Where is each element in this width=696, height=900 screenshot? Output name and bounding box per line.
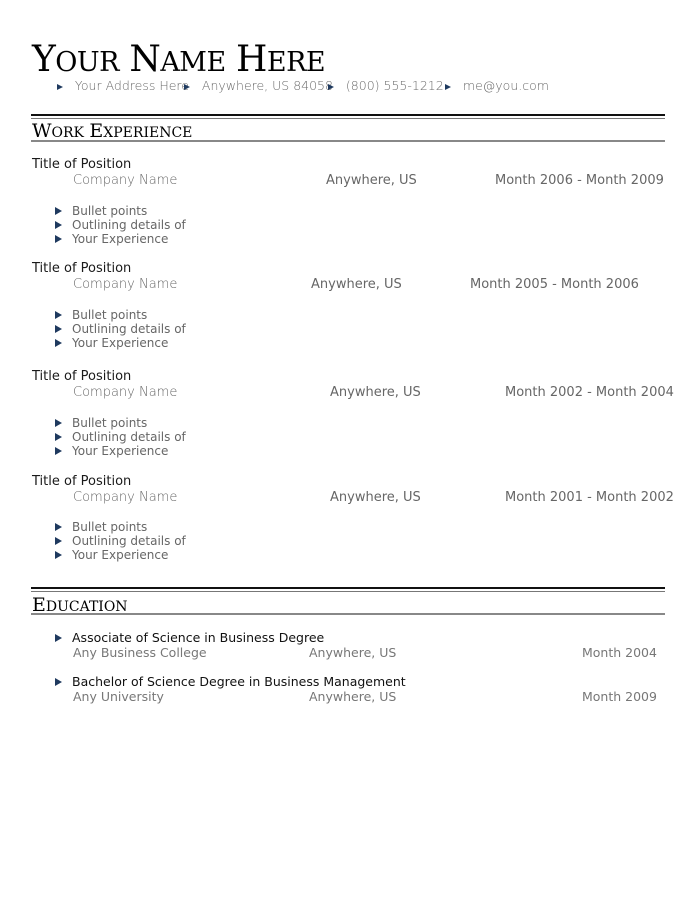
name-word-2: NAME	[129, 39, 226, 80]
bullet-arrow-icon	[445, 84, 451, 90]
contact-city: Anywhere, US 84058	[184, 78, 333, 93]
contact-email: me@you.com	[445, 78, 549, 93]
job-company: Company Name	[73, 173, 178, 188]
section-divider-thick	[31, 587, 665, 589]
job-bullet: Outlining details of	[55, 322, 186, 336]
education-degree: Bachelor of Science Degree in Business M…	[55, 674, 406, 689]
job-dates: Month 2002 - Month 2004	[505, 385, 674, 400]
job-location: Anywhere, US	[330, 385, 421, 400]
job-title: Title of Position	[32, 157, 132, 172]
bullet-arrow-icon	[55, 433, 62, 441]
bullet-arrow-icon	[57, 84, 63, 90]
bullet-arrow-icon	[55, 325, 62, 333]
bullet-arrow-icon	[55, 207, 62, 215]
bullet-arrow-icon	[55, 447, 62, 455]
job-bullet: Outlining details of	[55, 534, 186, 548]
job-company: Company Name	[73, 385, 178, 400]
job-title: Title of Position	[32, 261, 132, 276]
job-bullet: Outlining details of	[55, 430, 186, 444]
job-bullet: Bullet points	[55, 204, 147, 218]
section-divider-thin	[31, 591, 665, 592]
job-bullet: Bullet points	[55, 520, 147, 534]
education-date: Month 2009	[582, 689, 657, 704]
bullet-arrow-icon	[55, 523, 62, 531]
bullet-arrow-icon	[55, 678, 62, 686]
job-bullet: Your Experience	[55, 444, 168, 458]
bullet-arrow-icon	[184, 84, 190, 90]
job-bullet: Bullet points	[55, 416, 147, 430]
education-location: Anywhere, US	[309, 645, 397, 660]
name-word-3: HERE	[235, 39, 326, 80]
job-title: Title of Position	[32, 474, 132, 489]
job-dates: Month 2001 - Month 2002	[505, 490, 674, 505]
job-bullet: Your Experience	[55, 232, 168, 246]
job-dates: Month 2006 - Month 2009	[495, 173, 664, 188]
job-bullet: Your Experience	[55, 336, 168, 350]
bullet-arrow-icon	[55, 537, 62, 545]
bullet-arrow-icon	[55, 339, 62, 347]
education-date: Month 2004	[582, 645, 657, 660]
resume-name: YOUR NAME HERE	[32, 39, 326, 83]
contact-address: Your Address Here	[57, 78, 189, 93]
job-bullet: Bullet points	[55, 308, 147, 322]
education-degree: Associate of Science in Business Degree	[55, 630, 324, 645]
job-company: Company Name	[73, 490, 178, 505]
bullet-arrow-icon	[55, 311, 62, 319]
contact-phone: (800) 555-1212	[328, 78, 444, 93]
job-location: Anywhere, US	[311, 277, 402, 292]
job-title: Title of Position	[32, 369, 132, 384]
job-bullet: Outlining details of	[55, 218, 186, 232]
education-school: Any Business College	[73, 645, 207, 660]
bullet-arrow-icon	[55, 634, 62, 642]
job-location: Anywhere, US	[326, 173, 417, 188]
bullet-arrow-icon	[55, 419, 62, 427]
job-company: Company Name	[73, 277, 178, 292]
job-dates: Month 2005 - Month 2006	[470, 277, 639, 292]
section-divider-thick	[31, 114, 665, 116]
bullet-arrow-icon	[328, 84, 334, 90]
bullet-arrow-icon	[55, 221, 62, 229]
section-underline	[31, 140, 665, 142]
name-word-1: YOUR	[32, 39, 119, 80]
education-school: Any University	[73, 689, 164, 704]
job-location: Anywhere, US	[330, 490, 421, 505]
section-divider-thin	[31, 118, 665, 119]
bullet-arrow-icon	[55, 551, 62, 559]
education-location: Anywhere, US	[309, 689, 397, 704]
section-underline	[31, 613, 665, 615]
job-bullet: Your Experience	[55, 548, 168, 562]
bullet-arrow-icon	[55, 235, 62, 243]
